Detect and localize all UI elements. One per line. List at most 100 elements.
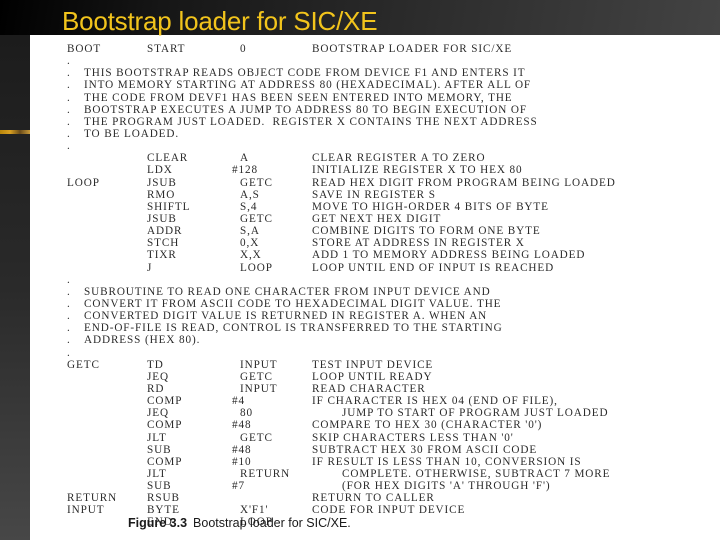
comment-line: . THE PROGRAM JUST LOADED. REGISTER X CON… bbox=[67, 115, 537, 128]
operand-field: LOOP bbox=[240, 261, 273, 274]
comment-marker: . bbox=[67, 55, 71, 68]
instruction-line: JLT RETURN COMPLETE. OTHERWISE, SUBTRACT 7… bbox=[67, 468, 609, 480]
instruction-line: SUB #7 (FOR HEX DIGITS 'A' THROUGH 'F') bbox=[67, 480, 550, 492]
comment-line: . THIS BOOTSTRAP READS OBJECT CODE FROM D… bbox=[67, 67, 525, 79]
figure-caption: Figure 3.3 Bootstrap loader for SIC/XE. bbox=[128, 516, 351, 530]
comment-line: . INTO MEMORY STARTING AT ADDRESS 80 (HEX… bbox=[67, 79, 530, 92]
operand-field: A,S bbox=[240, 188, 260, 201]
operand-field: 0 bbox=[240, 43, 247, 55]
opcode-field: START bbox=[147, 43, 186, 55]
instruction-line: RETURN RSUB RETURN TO CALLER bbox=[67, 492, 434, 504]
comment-line: . TO BE LOADED. bbox=[67, 127, 178, 140]
opcode-field: JEQ bbox=[147, 407, 169, 420]
comment-field: COMBINE DIGITS TO FORM ONE BYTE bbox=[312, 225, 541, 238]
comment-marker: . bbox=[67, 346, 71, 359]
comment-line: . bbox=[67, 140, 89, 152]
comment-text: TO BE LOADED. bbox=[84, 127, 180, 140]
opcode-field: SUB bbox=[147, 443, 172, 456]
operand-field: INPUT bbox=[240, 358, 278, 371]
operand-field: INPUT bbox=[240, 382, 278, 395]
left-decorative-band bbox=[0, 35, 30, 540]
comment-marker: . bbox=[67, 115, 71, 128]
operand-field: GETC bbox=[240, 212, 273, 225]
instruction-line: RMO A,S SAVE IN REGISTER S bbox=[67, 189, 435, 201]
instruction-line: END LOOP bbox=[67, 516, 272, 528]
opcode-field: TD bbox=[147, 358, 164, 371]
operand-field: GETC bbox=[240, 176, 273, 189]
comment-marker: . bbox=[67, 127, 71, 140]
subroutine-comment-block: .. SUBROUTINE TO READ ONE CHARACTER FROM … bbox=[67, 273, 502, 359]
instruction-line: LOOP JSUB GETC READ HEX DIGIT FROM PROGRAM … bbox=[67, 177, 615, 189]
comment-line: . bbox=[67, 347, 89, 359]
slide-title: Bootstrap loader for SIC/XE bbox=[62, 6, 378, 36]
opcode-field: COMP bbox=[147, 395, 183, 408]
operand-field: #4 bbox=[232, 395, 245, 408]
instruction-line: COMP #4 IF CHARACTER IS HEX 04 (END OF FIL… bbox=[67, 395, 557, 407]
instruction-line: SHIFTL S,4 MOVE TO HIGH-ORDER 4 BITS OF BY… bbox=[67, 201, 548, 213]
operand-field: 0,X bbox=[240, 237, 260, 250]
operand-field: S,A bbox=[240, 225, 260, 238]
opcode-field: STCH bbox=[147, 237, 180, 250]
operand-field: GETC bbox=[240, 431, 273, 444]
comment-field: RETURN TO CALLER bbox=[312, 492, 435, 505]
instruction-line: J LOOP LOOP UNTIL END OF INPUT IS REACHED bbox=[67, 262, 553, 274]
comment-line: . ADDRESS (HEX 80). bbox=[67, 334, 199, 347]
opcode-field: ADDR bbox=[147, 225, 183, 238]
operand-field: X,X bbox=[240, 249, 262, 262]
opcode-field: RD bbox=[147, 382, 165, 395]
comment-marker: . bbox=[67, 273, 71, 286]
operand-field: 80 bbox=[240, 407, 253, 420]
figure-caption-text: Bootstrap loader for SIC/XE. bbox=[193, 516, 351, 530]
comment-text: THE PROGRAM JUST LOADED. REGISTER X CONT… bbox=[84, 115, 538, 128]
operand-field: #48 bbox=[232, 419, 252, 432]
opcode-field: JLT bbox=[147, 431, 167, 444]
comment-text: INTO MEMORY STARTING AT ADDRESS 80 (HEXA… bbox=[84, 79, 532, 92]
comment-field: COMPLETE. OTHERWISE, SUBTRACT 7 MORE bbox=[342, 467, 611, 480]
operand-field: S,4 bbox=[240, 200, 258, 213]
assembly-listing: BOOT START 0 BOOTSTRAP LOADER FOR SIC/XE… bbox=[67, 43, 615, 529]
comment-field: CODE FOR INPUT DEVICE bbox=[312, 504, 466, 517]
comment-text: SUBROUTINE TO READ ONE CHARACTER FROM IN… bbox=[84, 285, 491, 298]
operand-field: A bbox=[240, 152, 249, 165]
opcode-field: SUB bbox=[147, 480, 172, 493]
comment-field: COMPARE TO HEX 30 (CHARACTER '0') bbox=[312, 419, 543, 432]
comment-field: ADD 1 TO MEMORY ADDRESS BEING LOADED bbox=[312, 249, 586, 262]
opcode-field: J bbox=[147, 261, 153, 274]
comment-marker: . bbox=[67, 79, 71, 92]
comment-field: (FOR HEX DIGITS 'A' THROUGH 'F') bbox=[342, 480, 551, 493]
instruction-line: TIXR X,X ADD 1 TO MEMORY ADDRESS BEING LOA… bbox=[67, 249, 584, 261]
comment-marker: . bbox=[67, 334, 71, 347]
main-loop-block: CLEAR A CLEAR REGISTER A TO ZERO LDX #128 INI… bbox=[67, 152, 615, 274]
operand-field: #10 bbox=[232, 455, 252, 468]
comment-field: STORE AT ADDRESS IN REGISTER X bbox=[312, 237, 525, 250]
comment-field: BOOTSTRAP LOADER FOR SIC/XE bbox=[312, 43, 513, 55]
figure-listing-image: BOOT START 0 BOOTSTRAP LOADER FOR SIC/XE… bbox=[30, 35, 720, 540]
operand-field: GETC bbox=[240, 370, 273, 383]
listing-line-header: BOOT START 0 BOOTSTRAP LOADER FOR SIC/XE bbox=[67, 43, 511, 55]
opcode-field: JSUB bbox=[147, 176, 177, 189]
comment-text: THIS BOOTSTRAP READS OBJECT CODE FROM DE… bbox=[84, 67, 526, 80]
comment-field: READ CHARACTER bbox=[312, 382, 426, 395]
comment-field: TEST INPUT DEVICE bbox=[312, 358, 434, 371]
comment-line: . CONVERT IT FROM ASCII CODE TO HEXADECIM… bbox=[67, 298, 501, 310]
comment-field: IF RESULT IS LESS THAN 10, CONVERSION IS bbox=[312, 455, 582, 468]
comment-marker: . bbox=[67, 285, 71, 298]
comment-text: BOOTSTRAP EXECUTES A JUMP TO ADDRESS 80 … bbox=[84, 103, 527, 116]
comment-field: LOOP UNTIL END OF INPUT IS REACHED bbox=[312, 261, 555, 274]
opcode-field: COMP bbox=[147, 455, 183, 468]
label-field: BOOT bbox=[67, 43, 102, 55]
label-field: INPUT bbox=[67, 504, 105, 517]
comment-line: . END-OF-FILE IS READ, CONTROL IS TRANSFE… bbox=[67, 322, 502, 335]
instruction-line: SUB #48 SUBTRACT HEX 30 FROM ASCII CODE bbox=[67, 444, 536, 456]
intro-comment-block: .. THIS BOOTSTRAP READS OBJECT CODE FROM … bbox=[67, 55, 537, 152]
instruction-line: COMP #48 COMPARE TO HEX 30 (CHARACTER '0') bbox=[67, 419, 541, 431]
opcode-field: JLT bbox=[147, 467, 167, 480]
comment-marker: . bbox=[67, 322, 71, 335]
instruction-line: JLT GETC SKIP CHARACTERS LESS THAN '0' bbox=[67, 432, 513, 444]
instruction-line: CLEAR A CLEAR REGISTER A TO ZERO bbox=[67, 152, 485, 164]
instruction-line: GETC TD INPUT TEST INPUT DEVICE bbox=[67, 359, 432, 371]
instruction-line: INPUT BYTE X'F1' CODE FOR INPUT DEVICE bbox=[67, 504, 464, 516]
comment-field: JUMP TO START OF PROGRAM JUST LOADED bbox=[342, 407, 609, 420]
instruction-line: JSUB GETC GET NEXT HEX DIGIT bbox=[67, 213, 440, 225]
accent-mark bbox=[0, 130, 30, 134]
